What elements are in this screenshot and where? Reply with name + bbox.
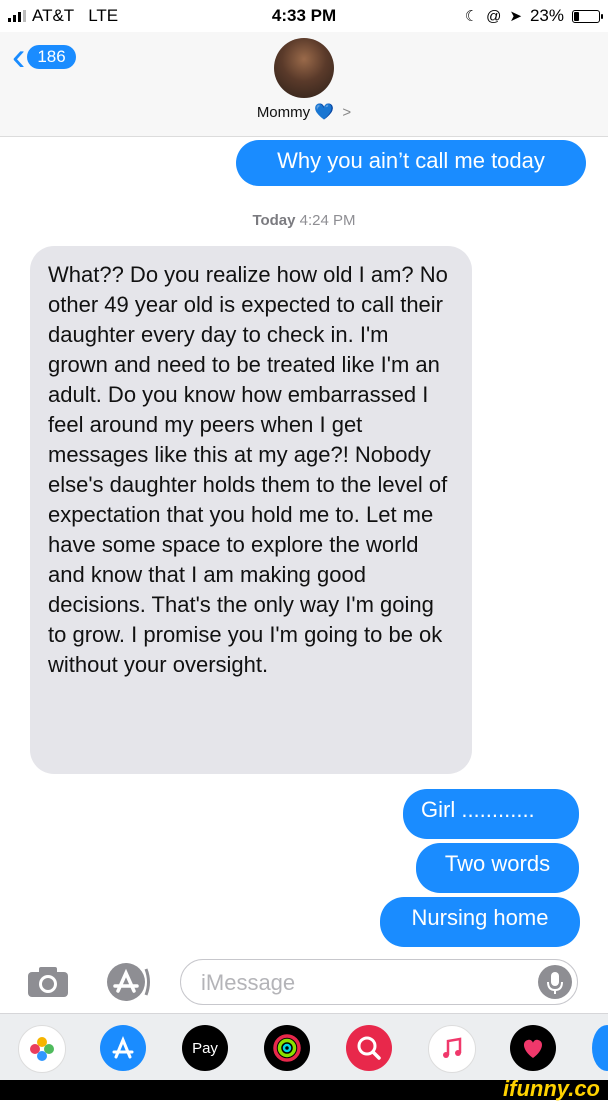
message-bubble-sent[interactable]: Why you ain’t call me today [236, 140, 586, 186]
digital-touch-icon[interactable] [510, 1025, 556, 1071]
status-bar: AT&T LTE 4:33 PM ☾ @ ➤ 23% [0, 0, 608, 32]
timestamp-day: Today [252, 212, 296, 229]
timestamp-time: 4:24 PM [299, 212, 356, 229]
apple-pay-label: Pay [192, 1039, 218, 1057]
microphone-icon[interactable] [538, 965, 572, 999]
activity-icon[interactable] [264, 1025, 310, 1071]
more-apps-icon[interactable] [592, 1025, 608, 1071]
battery-percent: 23% [529, 6, 564, 25]
location-icon: ➤ [509, 8, 522, 25]
app-store-icon[interactable] [102, 961, 152, 1003]
status-right: ☾ @ ➤ 23% [464, 6, 603, 26]
apple-pay-icon[interactable]: Pay [182, 1025, 228, 1071]
imessage-app-tray: Pay [0, 1013, 608, 1081]
contact-name-button[interactable]: Mommy 💙 > [0, 102, 608, 122]
chevron-right-icon: > [342, 104, 352, 121]
message-input[interactable]: iMessage [180, 959, 578, 1005]
timestamp: Today 4:24 PM [0, 212, 608, 229]
message-bubble-received[interactable]: What?? Do you realize how old I am? No o… [30, 246, 472, 774]
message-bubble-sent[interactable]: Nursing home [380, 897, 580, 947]
chevron-left-icon: ‹ [12, 35, 26, 79]
moon-icon: ☾ [464, 8, 479, 25]
conversation-header: ‹ 186 Mommy 💙 > [0, 32, 608, 137]
camera-icon[interactable] [26, 965, 70, 999]
footer-bar: ifunny.co [0, 1076, 608, 1101]
battery-icon [572, 9, 603, 23]
photos-icon[interactable] [18, 1025, 66, 1073]
watermark: ifunny.co [503, 1076, 600, 1101]
web-search-icon[interactable] [346, 1025, 392, 1071]
contact-name: Mommy [256, 104, 311, 121]
back-button[interactable]: ‹ 186 [12, 35, 76, 79]
app-store-icon[interactable] [100, 1025, 146, 1071]
heart-icon: 💙 [314, 104, 335, 121]
message-bubble-sent[interactable]: Girl ............ [403, 789, 579, 839]
unread-count-badge: 186 [27, 45, 76, 69]
message-input-placeholder: iMessage [201, 970, 296, 995]
message-bubble-sent[interactable]: Two words [416, 843, 579, 893]
contact-avatar[interactable] [274, 38, 334, 98]
music-icon[interactable] [428, 1025, 476, 1073]
message-composer: iMessage [0, 955, 608, 1013]
lock-rotation-icon: @ [486, 7, 502, 25]
